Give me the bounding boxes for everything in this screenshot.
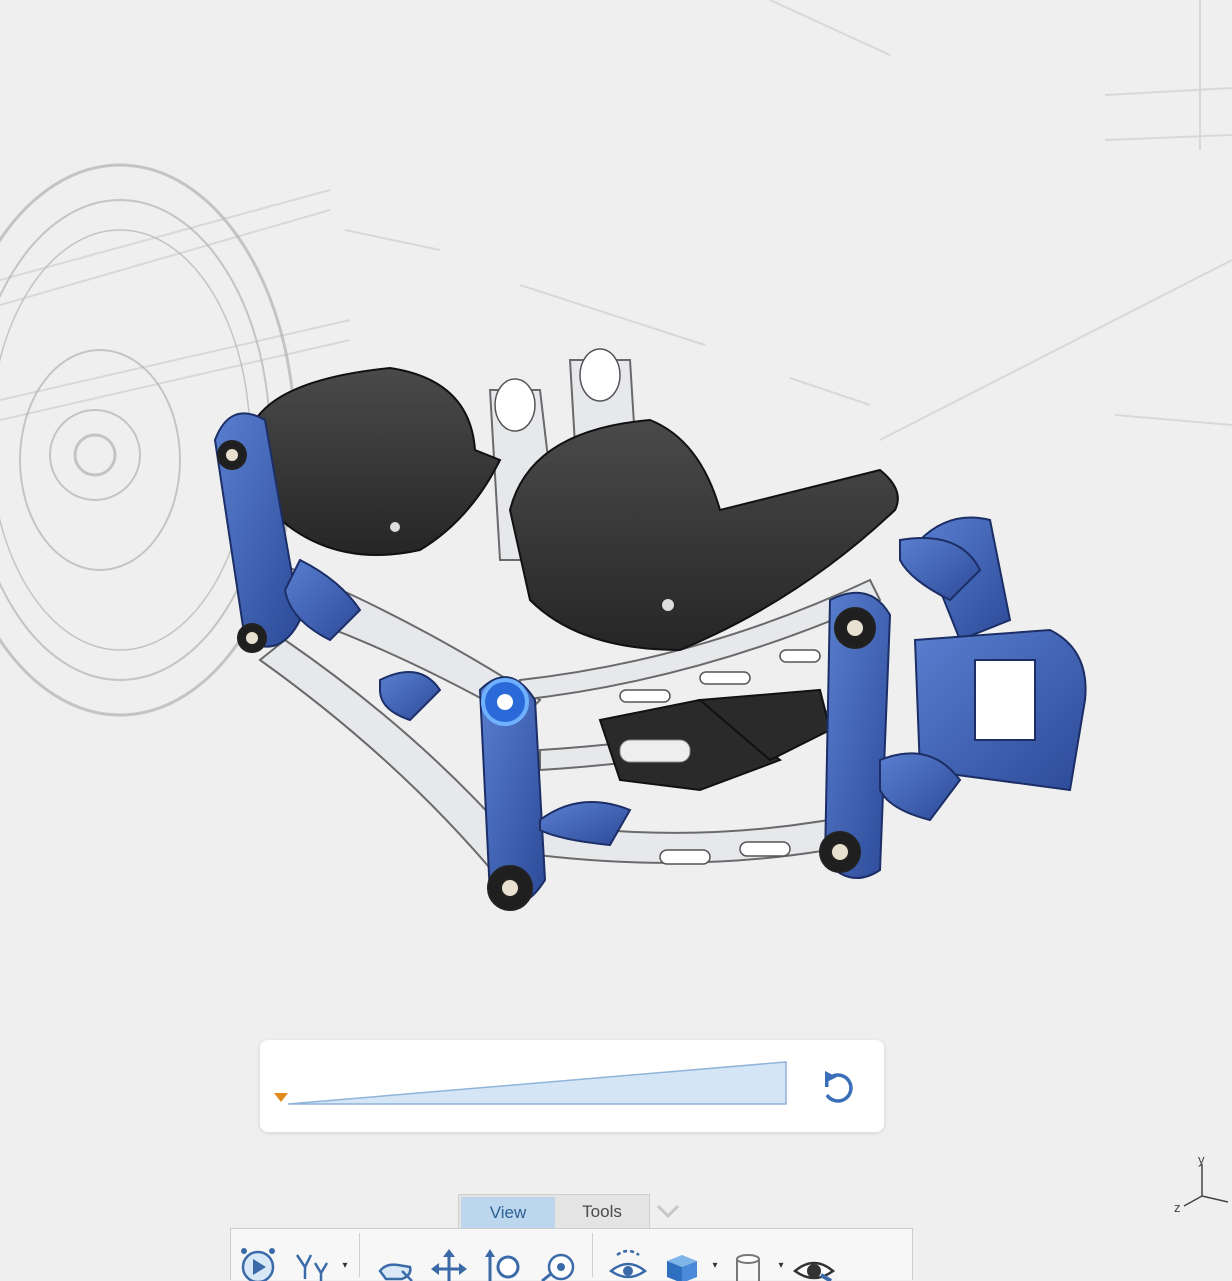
slider-ramp bbox=[287, 1061, 787, 1105]
play-animation-button[interactable] bbox=[231, 1229, 285, 1281]
zoom-target-icon bbox=[541, 1253, 575, 1281]
render-mode-dropdown[interactable]: ▾ bbox=[709, 1229, 721, 1281]
selected-pivot[interactable] bbox=[481, 678, 529, 726]
play-animation-icon bbox=[241, 1247, 275, 1281]
reset-button[interactable] bbox=[812, 1062, 862, 1112]
reset-icon bbox=[825, 1071, 853, 1103]
z-axis-label: z bbox=[1174, 1200, 1181, 1215]
axis-triad-icon: y z bbox=[1174, 1152, 1229, 1215]
pan-button[interactable] bbox=[368, 1229, 422, 1281]
zoom-icon bbox=[485, 1248, 520, 1281]
tab-view[interactable]: View bbox=[461, 1197, 555, 1228]
move-button[interactable] bbox=[422, 1229, 476, 1281]
y-axis-label: y bbox=[1198, 1152, 1205, 1167]
visibility-eye-icon bbox=[792, 1261, 836, 1281]
chevron-down-icon bbox=[656, 1204, 680, 1219]
axis-triad: y z bbox=[1168, 1150, 1232, 1220]
zoom-target-button[interactable] bbox=[530, 1229, 584, 1281]
cylinder-display-button[interactable] bbox=[721, 1229, 775, 1281]
cylinder-display-dropdown[interactable]: ▾ bbox=[775, 1229, 787, 1281]
tree-structure-icon bbox=[295, 1253, 329, 1281]
view-toolbar: ▾ ▾ ▾ bbox=[230, 1228, 913, 1281]
render-mode-button[interactable] bbox=[655, 1229, 709, 1281]
tab-tools[interactable]: Tools bbox=[555, 1195, 649, 1228]
cylinder-display-icon bbox=[736, 1253, 760, 1281]
cad-model-render bbox=[0, 0, 1232, 911]
expand-ribbon-button[interactable] bbox=[654, 1198, 682, 1224]
zoom-button[interactable] bbox=[476, 1229, 530, 1281]
tree-structure-button[interactable] bbox=[285, 1229, 339, 1281]
look-at-icon bbox=[608, 1249, 648, 1278]
move-arrows-icon bbox=[431, 1248, 467, 1281]
ribbon-tabs: View Tools bbox=[458, 1194, 650, 1228]
pan-hand-icon bbox=[378, 1262, 413, 1281]
visibility-button[interactable] bbox=[787, 1229, 841, 1281]
tree-structure-dropdown[interactable]: ▾ bbox=[339, 1229, 351, 1281]
inner-pin bbox=[619, 739, 691, 763]
look-at-button[interactable] bbox=[601, 1229, 655, 1281]
slider-marker[interactable] bbox=[274, 1093, 288, 1102]
render-mode-cube-icon bbox=[667, 1254, 697, 1281]
animation-slider-panel bbox=[260, 1040, 884, 1132]
toolbar-separator bbox=[592, 1232, 593, 1277]
animation-slider[interactable] bbox=[260, 1040, 884, 1132]
linkage-window bbox=[974, 659, 1036, 741]
toolbar-separator bbox=[359, 1232, 360, 1277]
